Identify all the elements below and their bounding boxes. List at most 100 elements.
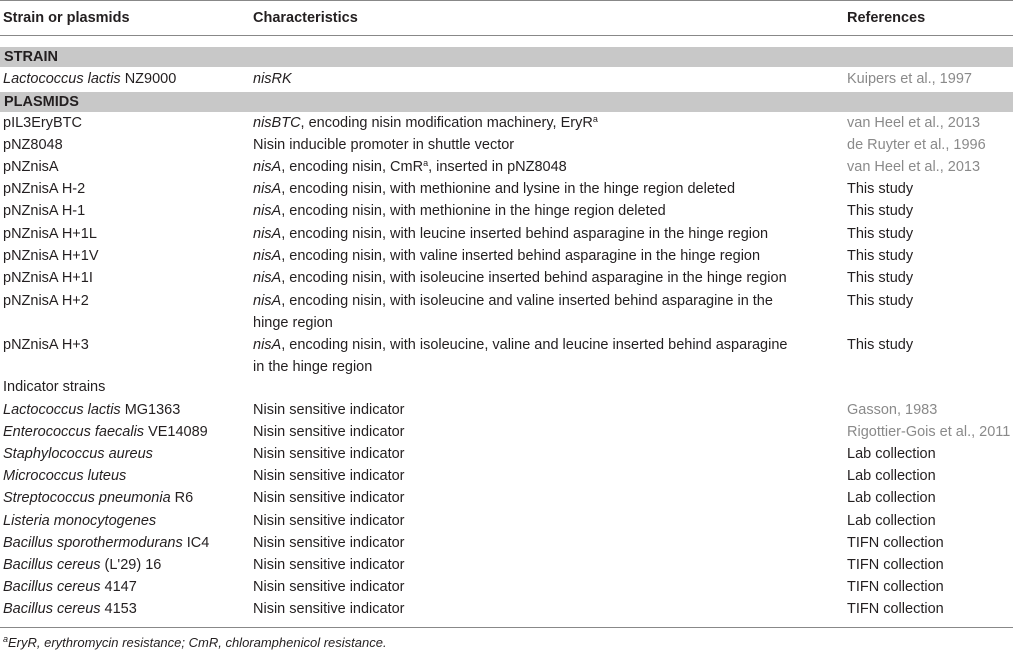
indicator-characteristics: Nisin sensitive indicator xyxy=(253,424,405,440)
plasmid-reference: van Heel et al., 2013 xyxy=(847,115,981,131)
indicator-characteristics: Nisin sensitive indicator xyxy=(253,579,405,595)
characteristics-text: , encoding nisin, with isoleucine, valin… xyxy=(281,337,788,353)
characteristics-text: , inserted in pNZ8048 xyxy=(428,159,567,175)
characteristics-line2: in the hinge region xyxy=(253,359,373,375)
characteristics-text: , encoding nisin, CmR xyxy=(281,159,424,175)
plasmid-reference: de Ruyter et al., 1996 xyxy=(847,137,986,153)
plasmid-name: pNZnisA H+1I xyxy=(3,270,93,286)
species-name: Bacillus sporothermodurans xyxy=(3,535,183,551)
plasmid-name: pNZnisA H+2 xyxy=(3,293,89,309)
indicator-strain-name: Bacillus cereus 4147 xyxy=(3,576,137,598)
indicator-characteristics: Nisin sensitive indicator xyxy=(253,513,405,529)
plasmid-name: pNZ8048 xyxy=(3,137,63,153)
strain-reference: Kuipers et al., 1997 xyxy=(847,71,972,87)
header-rule xyxy=(0,35,1013,36)
indicator-characteristics: Nisin sensitive indicator xyxy=(253,468,405,484)
indicator-strain-name: Enterococcus faecalis VE14089 xyxy=(3,421,208,443)
indicator-reference: TIFN collection xyxy=(847,557,944,573)
table-row: Streptococcus pneumonia R6 Nisin sensitiv… xyxy=(0,487,1013,509)
table-row: Bacillus cereus 4153 Nisin sensitive indi… xyxy=(0,598,1013,620)
indicator-characteristics: Nisin sensitive indicator xyxy=(253,535,405,551)
species-name: Enterococcus faecalis xyxy=(3,424,145,440)
characteristics-text: , encoding nisin, with leucine inserted … xyxy=(281,226,769,242)
table-row: pNZ8048 Nisin inducible promoter in shutt… xyxy=(0,134,1013,156)
indicator-strain-name: Bacillus cereus 4153 xyxy=(3,598,137,620)
indicator-reference: Lab collection xyxy=(847,513,936,529)
table-row: Enterococcus faecalis VE14089 Nisin sensi… xyxy=(0,421,1013,443)
plasmid-name: pNZnisA H-1 xyxy=(3,203,86,219)
table-row: pNZnisA nisA, encoding nisin, CmRa, inser… xyxy=(0,156,1013,178)
indicator-characteristics: Nisin sensitive indicator xyxy=(253,601,405,617)
indicator-strain-name: Streptococcus pneumonia R6 xyxy=(3,487,193,509)
species-name: Listeria monocytogenes xyxy=(3,513,157,529)
table-row: Bacillus cereus (L'29) 16 Nisin sensitive… xyxy=(0,554,1013,576)
gene-name: nisA xyxy=(253,270,282,286)
species-name: Streptococcus pneumonia xyxy=(3,490,171,506)
characteristics-text: , encoding nisin, with methionine in the… xyxy=(281,203,666,219)
indicator-strain-name: Staphylococcus aureus xyxy=(3,443,153,465)
section-label-plasmids: PLASMIDS xyxy=(4,94,79,110)
table-row: pNZnisA H+1V nisA, encoding nisin, with v… xyxy=(0,245,1013,267)
plasmid-reference: This study xyxy=(847,203,914,219)
strain-designation: 4153 xyxy=(100,601,137,617)
plasmid-characteristics: nisA, encoding nisin, with valine insert… xyxy=(253,245,760,267)
plasmid-reference: This study xyxy=(847,226,914,242)
strain-characteristics: nisRK xyxy=(253,71,292,87)
bottom-rule xyxy=(0,627,1013,628)
strain-designation: 4147 xyxy=(100,579,137,595)
table-row: Staphylococcus aureus Nisin sensitive ind… xyxy=(0,443,1013,465)
table-row: Lactococcus lactis MG1363 Nisin sensitive… xyxy=(0,399,1013,421)
plasmid-reference: This study xyxy=(847,270,914,286)
table-row: Lactococcus lactis NZ9000 nisRK Kuipers … xyxy=(0,68,1013,90)
characteristics-text: , encoding nisin, with methionine and ly… xyxy=(281,181,736,197)
table-row: pNZnisA H+3 nisA, encoding nisin, with is… xyxy=(0,334,1013,375)
species-name: Lactococcus lactis xyxy=(3,402,121,418)
indicator-strain-name: Micrococcus luteus xyxy=(3,465,126,487)
characteristics-line2: hinge region xyxy=(253,315,333,331)
plasmid-name: pNZnisA H+1L xyxy=(3,226,97,242)
plasmid-name: pIL3EryBTC xyxy=(3,115,82,131)
indicator-reference: Lab collection xyxy=(847,468,936,484)
indicator-strain-name: Listeria monocytogenes xyxy=(3,510,156,532)
indicator-strain-name: Bacillus cereus (L'29) 16 xyxy=(3,554,161,576)
species-name: Micrococcus luteus xyxy=(3,468,127,484)
indicator-reference: TIFN collection xyxy=(847,601,944,617)
header-characteristics: Characteristics xyxy=(253,10,358,26)
indicator-reference: Rigottier-Gois et al., 2011 xyxy=(847,424,1011,440)
indicator-characteristics: Nisin sensitive indicator xyxy=(253,490,405,506)
footnote-marker: a xyxy=(592,114,598,124)
gene-name: nisA xyxy=(253,159,282,175)
species-name: Staphylococcus aureus xyxy=(3,446,153,462)
plasmid-reference: This study xyxy=(847,248,914,264)
characteristics-text: , encoding nisin modification machinery,… xyxy=(300,115,593,131)
table-header: Strain or plasmids Characteristics Refer… xyxy=(0,1,1013,35)
plasmid-characteristics: nisA, encoding nisin, with isoleucine an… xyxy=(253,290,773,334)
indicator-reference: Lab collection xyxy=(847,446,936,462)
plasmid-reference: This study xyxy=(847,337,914,353)
characteristics-text: , encoding nisin, with isoleucine and va… xyxy=(281,293,773,309)
table-row: Bacillus cereus 4147 Nisin sensitive indi… xyxy=(0,576,1013,598)
section-band-plasmids: PLASMIDS xyxy=(0,92,1013,112)
strain-designation: IC4 xyxy=(182,535,210,551)
table-row: Bacillus sporothermodurans IC4 Nisin sens… xyxy=(0,532,1013,554)
plasmid-reference: van Heel et al., 2013 xyxy=(847,159,981,175)
indicator-reference: TIFN collection xyxy=(847,579,944,595)
plasmid-characteristics: nisA, encoding nisin, with methionine an… xyxy=(253,178,735,200)
indicator-reference: Gasson, 1983 xyxy=(847,402,938,418)
table-row: pNZnisA H+2 nisA, encoding nisin, with is… xyxy=(0,290,1013,331)
characteristics-text: , encoding nisin, with valine inserted b… xyxy=(281,248,761,264)
plasmid-name: pNZnisA H+3 xyxy=(3,337,89,353)
characteristics-text: Nisin inducible promoter in shuttle vect… xyxy=(253,137,515,153)
plasmid-name: pNZnisA H+1V xyxy=(3,248,99,264)
table-row: Micrococcus luteus Nisin sensitive indica… xyxy=(0,465,1013,487)
table-row: pNZnisA H-1 nisA, encoding nisin, with me… xyxy=(0,200,1013,222)
indicator-reference: TIFN collection xyxy=(847,535,944,551)
indicator-heading: Indicator strains xyxy=(3,379,106,395)
indicator-characteristics: Nisin sensitive indicator xyxy=(253,446,405,462)
strain-designation: VE14089 xyxy=(144,424,208,440)
plasmid-characteristics: nisBTC, encoding nisin modification mach… xyxy=(253,112,598,134)
section-band-strain: STRAIN xyxy=(0,47,1013,67)
plasmid-name: pNZnisA xyxy=(3,159,59,175)
strain-designation: R6 xyxy=(170,490,194,506)
species-name: Bacillus cereus xyxy=(3,601,101,617)
